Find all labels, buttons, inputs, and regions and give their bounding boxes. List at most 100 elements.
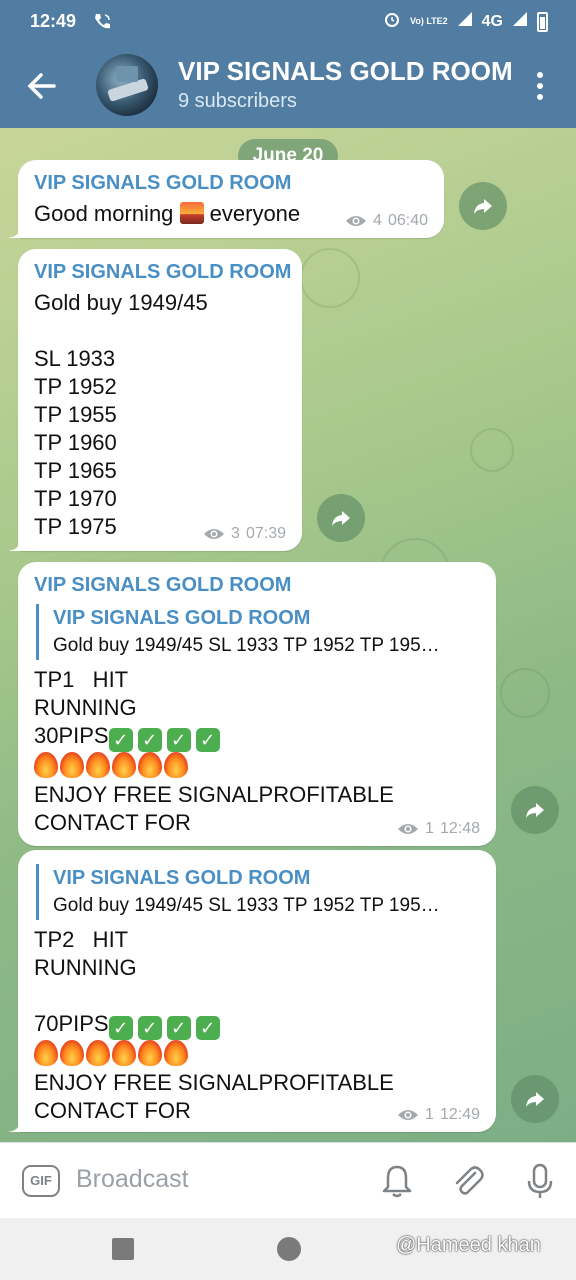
paperclip-icon[interactable] — [448, 1161, 488, 1201]
text-line: ENJOY FREE SIGNALPROFITABLE — [34, 1070, 394, 1095]
text-line: TP1 HIT — [34, 667, 129, 692]
message-meta: 1 12:48 — [397, 820, 480, 838]
sunrise-emoji — [179, 202, 204, 224]
check-emoji: ✓ — [108, 1016, 133, 1040]
composer-bar: GIF Broadcast — [0, 1142, 576, 1218]
message-sender[interactable]: VIP SIGNALS GOLD ROOM — [34, 574, 291, 597]
message-sender[interactable]: VIP SIGNALS GOLD ROOM — [34, 261, 291, 284]
check-emoji: ✓ — [195, 728, 220, 752]
message-text: TP1 HIT RUNNING 30PIPS ✓ ✓ ✓ ✓ ENJOY FREE SIGNA… — [34, 666, 394, 837]
reply-sender: VIP SIGNALS GOLD ROOM — [53, 607, 311, 629]
text-line: RUNNING — [34, 955, 137, 980]
reply-text: Gold buy 1949/45 SL 1933 TP 1952 TP 195… — [53, 635, 440, 656]
status-time: 12:49 — [30, 11, 77, 31]
background-doodle — [300, 248, 360, 308]
check-emoji: ✓ — [137, 1016, 162, 1040]
reply-text: Gold buy 1949/45 SL 1933 TP 1952 TP 195… — [53, 895, 440, 916]
fire-emoji — [164, 752, 188, 778]
share-icon[interactable] — [459, 182, 507, 230]
message-time: 07:39 — [245, 525, 286, 542]
signal-icon — [457, 11, 473, 32]
chat-header: VIP SIGNALS GOLD ROOM 9 subscribers — [0, 44, 576, 128]
fire-emoji — [138, 752, 162, 778]
text-line: 70PIPS ✓ ✓ ✓ ✓ — [34, 1010, 394, 1040]
fire-emoji — [164, 1040, 188, 1066]
recent-apps-button[interactable] — [112, 1238, 134, 1260]
fire-emoji — [86, 1040, 110, 1066]
check-emoji: ✓ — [108, 728, 133, 752]
view-count: 3 — [231, 525, 240, 542]
system-nav-bar: @Hameed khan — [0, 1218, 576, 1280]
more-vert-icon[interactable] — [524, 68, 556, 104]
fire-emoji — [60, 752, 84, 778]
fire-emoji — [34, 752, 58, 778]
share-icon[interactable] — [511, 1075, 559, 1123]
check-emoji: ✓ — [166, 728, 191, 752]
fire-emoji — [112, 752, 136, 778]
message-bubble[interactable]: VIP SIGNALS GOLD ROOM Gold buy 1949/45 S… — [9, 850, 496, 1132]
fire-emoji — [112, 1040, 136, 1066]
mic-icon[interactable] — [520, 1161, 560, 1201]
reply-preview[interactable]: VIP SIGNALS GOLD ROOM Gold buy 1949/45 S… — [36, 864, 482, 920]
message-bubble[interactable]: VIP SIGNALS GOLD ROOM Gold buy 1949/45 S… — [9, 249, 302, 551]
share-icon[interactable] — [511, 786, 559, 834]
gif-icon[interactable]: GIF — [22, 1165, 60, 1197]
message-text: Good morning everyone — [34, 200, 300, 228]
eye-icon — [398, 824, 419, 834]
reply-preview[interactable]: VIP SIGNALS GOLD ROOM Gold buy 1949/45 S… — [36, 604, 482, 660]
text-line: TP2 HIT — [34, 927, 129, 952]
channel-avatar[interactable] — [96, 54, 158, 116]
message-text: TP2 HIT RUNNING 70PIPS ✓ ✓ ✓ ✓ ENJOY FREE SIGNA… — [34, 926, 394, 1125]
eye-icon — [204, 529, 225, 539]
message-text-end: everyone — [203, 201, 301, 226]
back-arrow-icon[interactable] — [22, 66, 62, 106]
fire-emoji — [60, 1040, 84, 1066]
view-count: 4 — [373, 212, 382, 229]
message-meta: 4 06:40 — [345, 212, 428, 230]
background-doodle — [470, 428, 514, 472]
message-text: Gold buy 1949/45 SL 1933 TP 1952 TP 1955… — [34, 290, 208, 539]
text-line: ENJOY FREE SIGNALPROFITABLE — [34, 782, 394, 807]
channel-title[interactable]: VIP SIGNALS GOLD ROOM — [178, 56, 513, 87]
view-count: 1 — [425, 1106, 434, 1123]
subscriber-count: 9 subscribers — [178, 90, 297, 112]
message-list[interactable]: June 20 VIP SIGNALS GOLD ROOM Good morni… — [0, 128, 576, 1142]
message-bubble[interactable]: VIP SIGNALS GOLD ROOM VIP SIGNALS GOLD R… — [18, 562, 496, 846]
message-time: 12:48 — [439, 820, 480, 837]
pips-text: 30PIPS — [34, 723, 109, 748]
text-line: 30PIPS ✓ ✓ ✓ ✓ — [34, 722, 394, 752]
check-emoji: ✓ — [137, 728, 162, 752]
fire-emoji — [34, 1040, 58, 1066]
network-type: 4G — [481, 12, 503, 30]
message-meta: 3 07:39 — [203, 525, 286, 543]
background-doodle — [500, 668, 550, 718]
fire-emoji — [86, 752, 110, 778]
bell-icon[interactable] — [377, 1161, 417, 1201]
text-line: CONTACT FOR — [34, 810, 191, 835]
battery-icon — [537, 11, 548, 32]
message-text-start: Good morning — [34, 201, 180, 226]
pips-text: 70PIPS — [34, 1011, 109, 1036]
reply-sender: VIP SIGNALS GOLD ROOM — [53, 867, 311, 889]
message-bubble[interactable]: VIP SIGNALS GOLD ROOM Good morning every… — [9, 160, 444, 238]
broadcast-input[interactable]: Broadcast — [76, 1165, 189, 1194]
lte-indicator: Vo) LTE2 — [409, 16, 448, 26]
check-emoji: ✓ — [166, 1016, 191, 1040]
check-emoji: ✓ — [195, 1016, 220, 1040]
fire-emoji-row — [34, 1040, 394, 1069]
home-button[interactable] — [277, 1237, 301, 1261]
share-icon[interactable] — [317, 494, 365, 542]
signal-icon-2 — [512, 11, 528, 32]
fire-emoji-row — [34, 752, 394, 781]
phone-wifi-icon — [92, 12, 112, 37]
message-time: 06:40 — [387, 212, 428, 229]
message-time: 12:49 — [439, 1106, 480, 1123]
eye-icon — [398, 1110, 419, 1120]
view-count: 1 — [425, 820, 434, 837]
message-meta: 1 12:49 — [397, 1106, 480, 1124]
text-line: CONTACT FOR — [34, 1098, 191, 1123]
message-sender[interactable]: VIP SIGNALS GOLD ROOM — [34, 172, 291, 195]
watermark: @Hameed khan — [396, 1234, 541, 1256]
eye-icon — [346, 216, 367, 226]
